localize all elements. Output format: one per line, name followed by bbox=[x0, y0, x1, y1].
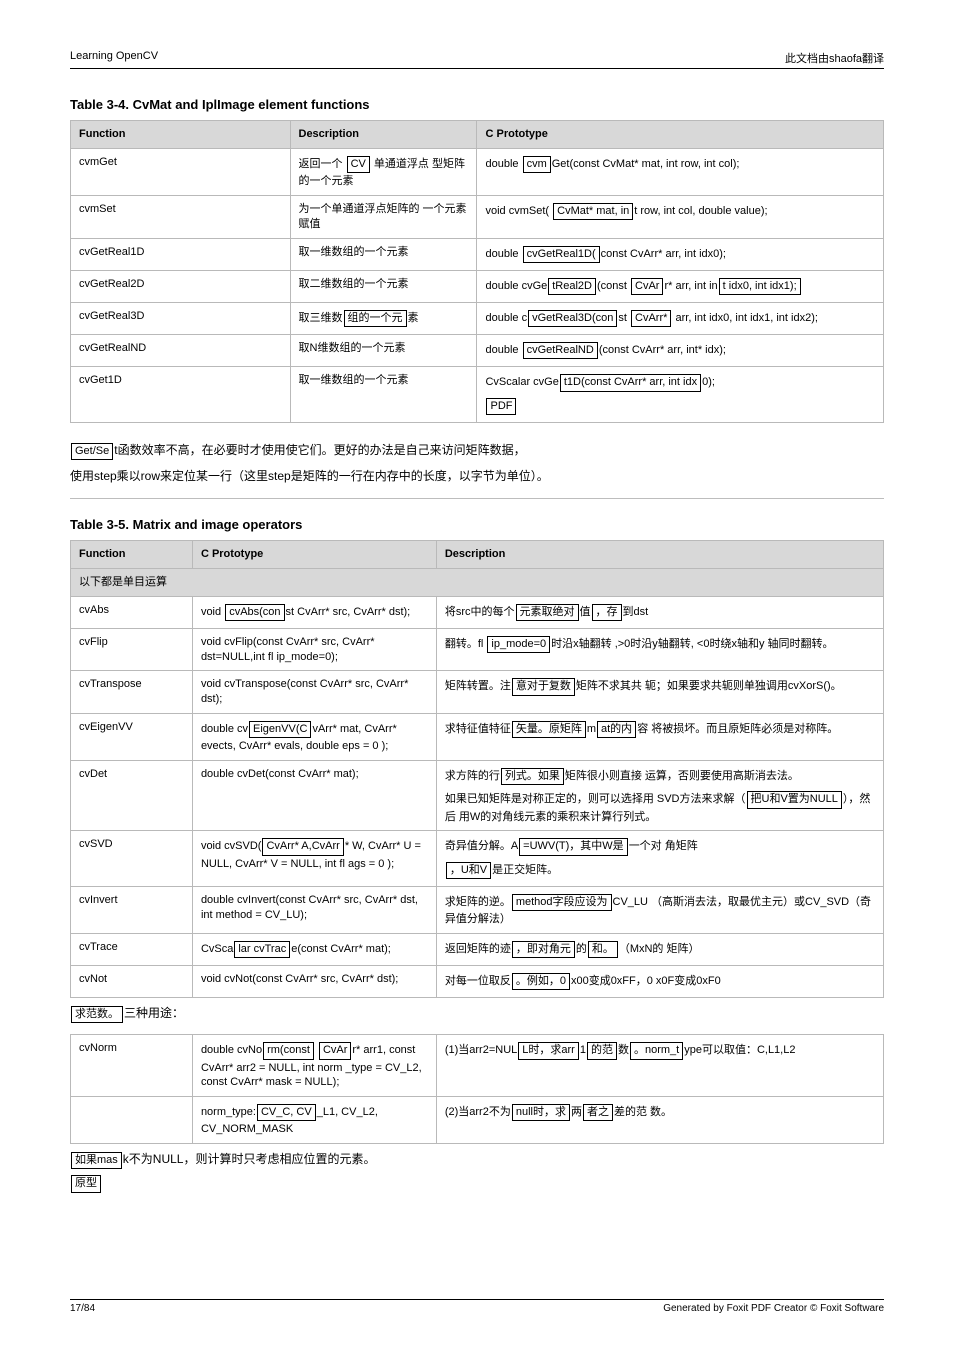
pdf-box: PDF bbox=[486, 398, 516, 415]
table-row: norm_type:CV_C, CV_L1, CV_L2, CV_NORM_MA… bbox=[71, 1097, 884, 1144]
footer-credit: Generated by Foxit PDF Creator © Foxit S… bbox=[663, 1303, 884, 1314]
table-row: cvGetReal3D 取三维数组的一个元素 double cvGetReal3… bbox=[71, 302, 884, 334]
box: cvm bbox=[523, 156, 551, 173]
table-row: cvGetReal1D 取一维数组的一个元素 double cvGetReal1… bbox=[71, 238, 884, 270]
note-paragraph: Get/Set函数效率不高，在必要时才使用使它们。更好的办法是自己来访问矩阵数据… bbox=[70, 441, 884, 461]
divider bbox=[70, 498, 884, 499]
table-row: cvAbs void cvAbs(const CvArr* src, CvArr… bbox=[71, 596, 884, 628]
table-3-4: Function Description C Prototype cvmGet … bbox=[70, 120, 884, 423]
header-right: 此文档由shaofa翻译 bbox=[785, 50, 884, 66]
table-row: cvGetReal2D 取二维数组的一个元素 double cvGetReal2… bbox=[71, 270, 884, 302]
table-3-5: Function C Prototype Description 以下都是单目运… bbox=[70, 540, 884, 998]
table-row: cvGetRealND 取N维数组的一个元素 double cvGetRealN… bbox=[71, 335, 884, 367]
table-row: cvInvert double cvInvert(const CvArr* sr… bbox=[71, 886, 884, 933]
table-row: cvTrace CvScalar cvTrace(const CvArr* ma… bbox=[71, 933, 884, 965]
table-row: cvTranspose void cvTranspose(const CvArr… bbox=[71, 671, 884, 714]
t1-h2: Description bbox=[290, 121, 477, 149]
t3-intro: 求范数。三种用途： bbox=[70, 1004, 884, 1024]
table2-title: Table 3-5. Matrix and image operators bbox=[70, 517, 884, 532]
table-row: cvNorm double cvNorm(const CvArr* arr1, … bbox=[71, 1035, 884, 1097]
table-row: cvGet1D 取一维数组的一个元素 CvScalar cvGet1D(cons… bbox=[71, 367, 884, 422]
table-row: cvFlip void cvFlip(const CvArr* src, CvA… bbox=[71, 628, 884, 671]
page-header: Learning OpenCV 此文档由shaofa翻译 bbox=[70, 50, 884, 69]
table-row: cvmGet 返回一个 CV 单通道浮点 型矩阵的一个元素 double cvm… bbox=[71, 148, 884, 195]
t1-h1: Function bbox=[71, 121, 291, 149]
header-left: Learning OpenCV bbox=[70, 50, 158, 66]
page-footer: 17/84 Generated by Foxit PDF Creator © F… bbox=[70, 1299, 884, 1314]
table-row: cvDet double cvDet(const CvArr* mat); 求方… bbox=[71, 761, 884, 831]
t1r0-func: cvmGet bbox=[71, 148, 291, 195]
note-paragraph-2: 使用step乘以row来定位某一行（这里step是矩阵的一行在内存中的长度，以字… bbox=[70, 467, 884, 484]
table-row: cvEigenVV double cvEigenVV(CvArr* mat, C… bbox=[71, 714, 884, 761]
t3-after: 如果mask不为NULL，则计算时只考虑相应位置的元素。 原型 bbox=[70, 1150, 884, 1193]
table-3-5b: cvNorm double cvNorm(const CvArr* arr1, … bbox=[70, 1034, 884, 1144]
box: CV bbox=[347, 156, 370, 173]
t1-h3: C Prototype bbox=[477, 121, 884, 149]
footer-page: 17/84 bbox=[70, 1303, 95, 1314]
table-row: cvmSet 为一个单通道浮点矩阵的 一个元素赋值 void cvmSet( C… bbox=[71, 195, 884, 238]
table-row: cvSVD void cvSVD(CvArr* A,CvArr* W, CvAr… bbox=[71, 831, 884, 886]
table-row: cvNot void cvNot(const CvArr* src, CvArr… bbox=[71, 965, 884, 997]
table1-title: Table 3-4. CvMat and IplImage element fu… bbox=[70, 97, 884, 112]
